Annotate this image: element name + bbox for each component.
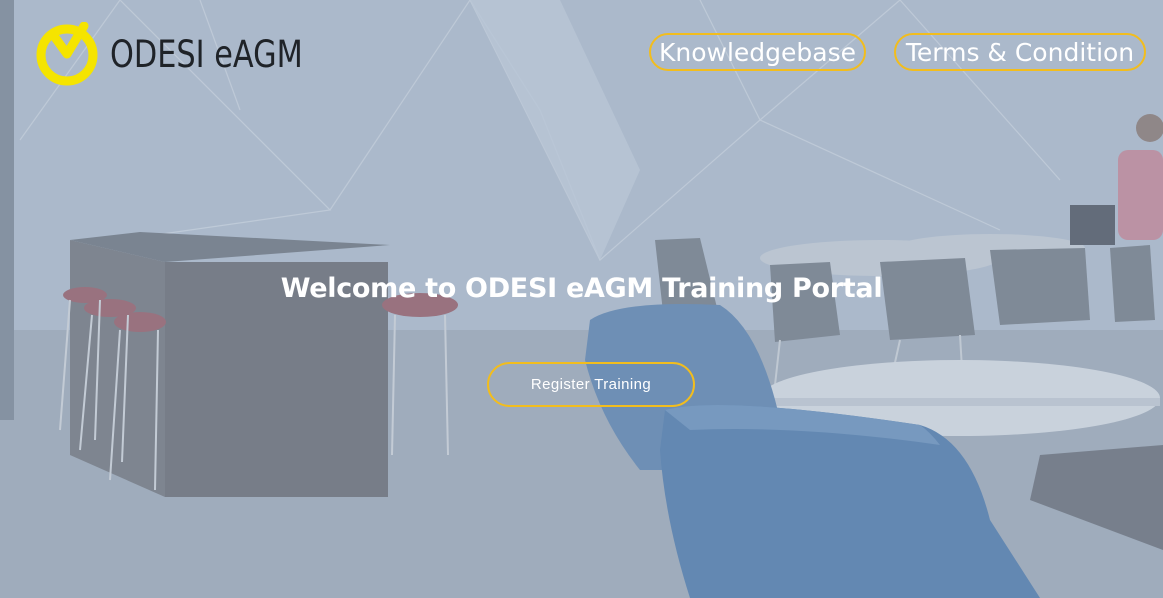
hero-title: Welcome to ODESI eAGM Training Portal — [280, 273, 883, 304]
register-training-button[interactable]: Register Training — [487, 362, 695, 407]
brand-name: ODESI eAGM — [110, 32, 303, 76]
nav-knowledgebase-button[interactable]: Knowledgebase — [649, 33, 866, 71]
brand-logo[interactable]: ODESI eAGM — [34, 22, 345, 86]
nav-terms-button[interactable]: Terms & Condition — [894, 33, 1146, 71]
logo-clock-icon — [36, 22, 98, 86]
